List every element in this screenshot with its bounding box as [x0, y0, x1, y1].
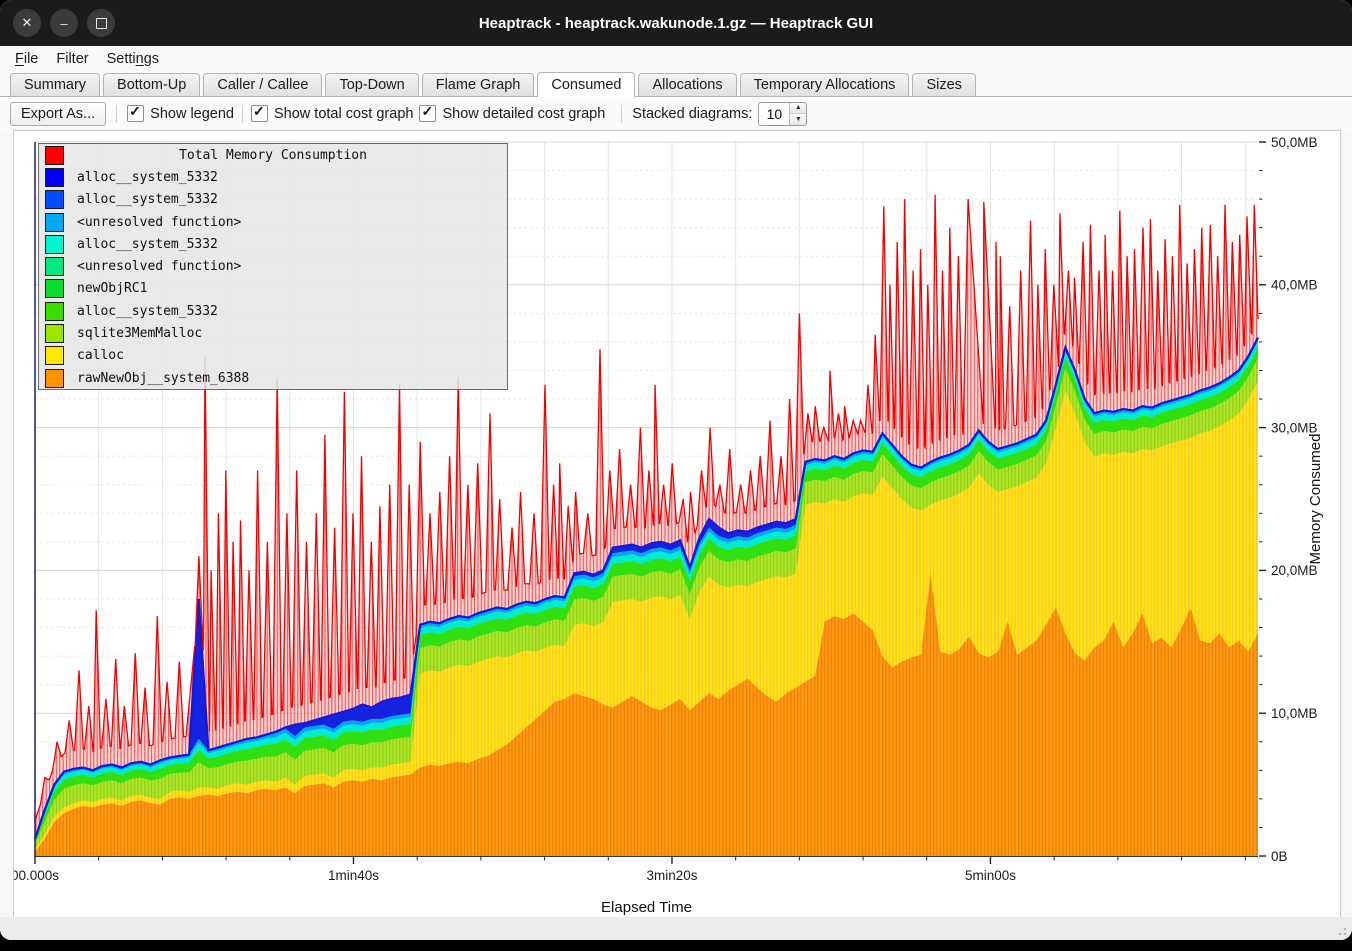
checkbox-label: Show legend	[150, 106, 234, 122]
legend-label: newObjRC1	[77, 281, 147, 296]
y-tick-label: 20,0MB	[1271, 563, 1318, 578]
y-tick-label: 0B	[1271, 849, 1288, 864]
legend-swatch	[45, 190, 64, 209]
legend-row: alloc__system_5332	[39, 166, 507, 188]
app-window: ✕ – Heaptrack - heaptrack.wakunode.1.gz …	[0, 0, 1352, 940]
tab-flame-graph[interactable]: Flame Graph	[422, 73, 535, 96]
x-axis-title: Elapsed Time	[601, 899, 692, 916]
tab-bottom-up[interactable]: Bottom-Up	[103, 73, 200, 96]
legend-label: <unresolved function>	[77, 215, 241, 230]
legend-label: alloc__system_5332	[77, 304, 218, 319]
tabbar: SummaryBottom-UpCaller / CalleeTop-DownF…	[0, 72, 1352, 97]
menu-filter[interactable]: Filter	[47, 49, 97, 69]
spin-up-icon[interactable]: ▲	[790, 103, 806, 115]
legend-swatch	[45, 324, 64, 343]
tab-summary[interactable]: Summary	[10, 73, 100, 96]
close-icon[interactable]: ✕	[13, 9, 41, 37]
legend-swatch	[45, 257, 64, 276]
legend-swatch	[45, 302, 64, 321]
tab-consumed[interactable]: Consumed	[537, 72, 635, 97]
memory-chart: 00.000s 1min40s 3min20s 5min00s 0B 10,0MB 20,0…	[13, 130, 1341, 919]
checkbox-label: Show detailed cost graph	[442, 106, 605, 122]
y-axis-title: Memory Consumed	[1307, 434, 1324, 565]
y-tick-label: 50,0MB	[1271, 135, 1318, 150]
legend-swatch	[45, 346, 64, 365]
legend-swatch	[45, 213, 64, 232]
window-title: Heaptrack - heaptrack.wakunode.1.gz — He…	[0, 15, 1352, 32]
window-controls: ✕ –	[13, 9, 115, 37]
legend-label: Total Memory Consumption	[64, 148, 482, 163]
maximize-icon[interactable]	[87, 9, 115, 37]
checkbox-icon[interactable]	[127, 105, 144, 122]
legend-row: rawNewObj__system_6388	[39, 367, 507, 389]
legend-swatch	[45, 168, 64, 187]
legend-row: alloc__system_5332	[39, 233, 507, 255]
y-tick-label: 30,0MB	[1271, 420, 1318, 435]
resize-grip-icon[interactable]	[1335, 924, 1347, 936]
legend-row: <unresolved function>	[39, 255, 507, 277]
toolbar-separator	[116, 105, 117, 123]
x-tick-label: 1min40s	[328, 868, 379, 883]
menubar: FileFilterSettings	[0, 46, 1352, 72]
legend-swatch	[45, 235, 64, 254]
stacked-diagrams-label: Stacked diagrams:	[632, 106, 752, 122]
legend-row: newObjRC1	[39, 278, 507, 300]
checkbox-show-legend[interactable]: Show legend	[127, 105, 234, 122]
menu-file[interactable]: File	[6, 49, 47, 69]
legend-row: <unresolved function>	[39, 211, 507, 233]
chart-legend: Total Memory Consumption alloc__system_53…	[38, 143, 508, 390]
status-strip	[0, 917, 1352, 940]
legend-label: <unresolved function>	[77, 259, 241, 274]
legend-swatch	[45, 279, 64, 298]
legend-row: alloc__system_5332	[39, 300, 507, 322]
legend-row: alloc__system_5332	[39, 189, 507, 211]
stacked-diagrams-value: 10	[759, 103, 789, 125]
legend-swatch	[45, 369, 64, 388]
toolbar: Export As... Show legend Show total cost …	[0, 97, 1352, 130]
stacked-diagrams-stepper[interactable]: 10 ▲ ▼	[758, 102, 807, 126]
minimize-icon[interactable]: –	[50, 9, 78, 37]
legend-row: sqlite3MemMalloc	[39, 322, 507, 344]
export-as-button[interactable]: Export As...	[10, 102, 106, 126]
x-tick-label: 5min00s	[965, 868, 1016, 883]
maximize-square-glyph	[96, 18, 107, 29]
legend-row: Total Memory Consumption	[39, 144, 507, 166]
menu-settings[interactable]: Settings	[98, 49, 168, 69]
checkbox-label: Show total cost graph	[274, 106, 413, 122]
checkbox-show-total-cost-graph[interactable]: Show total cost graph	[251, 105, 413, 122]
legend-label: alloc__system_5332	[77, 170, 218, 185]
x-tick-label: 00.000s	[14, 868, 59, 883]
checkbox-show-detailed-cost-graph[interactable]: Show detailed cost graph	[419, 105, 605, 122]
y-tick-label: 40,0MB	[1271, 278, 1318, 293]
legend-swatch	[45, 146, 64, 165]
legend-row: calloc	[39, 345, 507, 367]
tab-allocations[interactable]: Allocations	[638, 73, 736, 96]
y-tick-label: 10,0MB	[1271, 706, 1318, 721]
tab-sizes[interactable]: Sizes	[912, 73, 975, 96]
spin-down-icon[interactable]: ▼	[790, 114, 806, 125]
checkbox-icon[interactable]	[419, 105, 436, 122]
titlebar: ✕ – Heaptrack - heaptrack.wakunode.1.gz …	[0, 0, 1352, 46]
legend-label: alloc__system_5332	[77, 192, 218, 207]
tab-top-down[interactable]: Top-Down	[325, 73, 418, 96]
checkbox-icon[interactable]	[251, 105, 268, 122]
toolbar-separator	[621, 105, 622, 123]
x-tick-label: 3min20s	[646, 868, 697, 883]
legend-label: calloc	[77, 348, 124, 363]
tab-caller-callee[interactable]: Caller / Callee	[203, 73, 322, 96]
legend-label: rawNewObj__system_6388	[77, 371, 249, 386]
legend-label: sqlite3MemMalloc	[77, 326, 202, 341]
tab-temporary-allocations[interactable]: Temporary Allocations	[740, 73, 910, 96]
legend-label: alloc__system_5332	[77, 237, 218, 252]
